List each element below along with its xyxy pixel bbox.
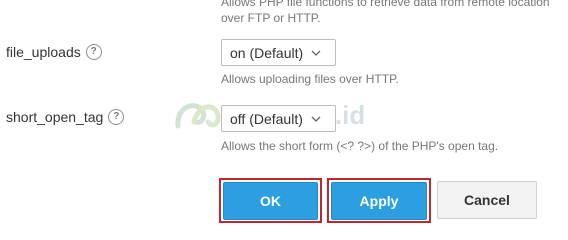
allow-url-fopen-hint: Allows PHP file functions to retrieve da… [221, 0, 550, 25]
file-uploads-label-row: file_uploads ? [6, 44, 102, 60]
help-icon[interactable]: ? [85, 44, 102, 60]
short-open-tag-select-value: off (Default) [230, 110, 303, 127]
short-open-tag-select[interactable]: off (Default) [221, 105, 336, 132]
help-icon[interactable]: ? [108, 109, 125, 125]
file-uploads-select[interactable]: on (Default) [221, 39, 336, 66]
file-uploads-hint: Allows uploading files over HTTP. [221, 72, 399, 86]
file-uploads-select-value: on (Default) [230, 44, 304, 61]
short-open-tag-label: short_open_tag [6, 109, 104, 125]
cancel-button[interactable]: Cancel [437, 181, 537, 219]
ok-button[interactable]: OK [223, 182, 318, 220]
short-open-tag-label-row: short_open_tag ? [6, 109, 125, 125]
chevron-down-icon [311, 116, 321, 122]
ok-button-highlight: OK [219, 178, 322, 223]
apply-button-highlight: Apply [327, 178, 431, 223]
short-open-tag-hint: Allows the short form (<? ?>) of the PHP… [221, 139, 499, 153]
apply-button[interactable]: Apply [331, 182, 427, 220]
file-uploads-label: file_uploads [6, 44, 81, 60]
chevron-down-icon [311, 50, 321, 56]
